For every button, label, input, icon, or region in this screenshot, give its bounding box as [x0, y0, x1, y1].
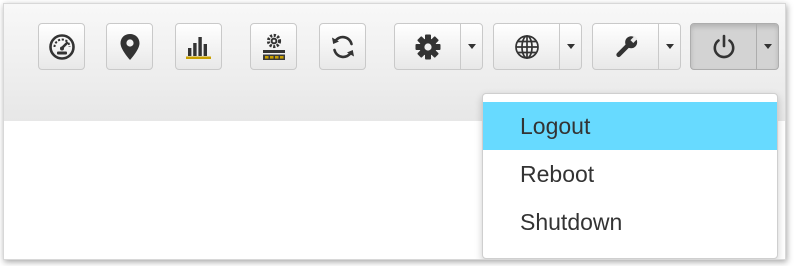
- wrench-icon: [612, 33, 640, 61]
- location-button[interactable]: [106, 23, 153, 70]
- statistics-button[interactable]: [175, 23, 222, 70]
- tools-caret[interactable]: [658, 24, 680, 69]
- tools-dropdown-button[interactable]: [592, 23, 681, 70]
- chevron-down-icon: [566, 44, 575, 49]
- bar-chart-icon: [185, 34, 213, 60]
- power-icon: [710, 33, 738, 61]
- network-settings-icon: [259, 32, 289, 62]
- refresh-button[interactable]: [319, 23, 366, 70]
- power-dropdown-button[interactable]: [690, 23, 779, 70]
- refresh-icon: [329, 33, 357, 61]
- map-marker-icon: [119, 33, 141, 61]
- chevron-down-icon: [763, 44, 772, 49]
- gear-icon: [414, 33, 442, 61]
- power-menu: Logout Reboot Shutdown: [482, 93, 778, 259]
- settings-caret[interactable]: [460, 24, 482, 69]
- chevron-down-icon: [467, 44, 476, 49]
- chevron-down-icon: [665, 44, 674, 49]
- power-button[interactable]: [691, 24, 756, 69]
- language-caret[interactable]: [559, 24, 581, 69]
- menu-item-shutdown[interactable]: Shutdown: [483, 198, 777, 246]
- dashboard-button[interactable]: [38, 23, 85, 70]
- power-caret[interactable]: [756, 24, 778, 69]
- settings-button[interactable]: [395, 24, 460, 69]
- menu-item-reboot[interactable]: Reboot: [483, 150, 777, 198]
- app-window: Logout Reboot Shutdown: [3, 3, 786, 260]
- tools-button[interactable]: [593, 24, 658, 69]
- dashboard-icon: [48, 33, 76, 61]
- language-dropdown-button[interactable]: [493, 23, 582, 70]
- language-button[interactable]: [494, 24, 559, 69]
- settings-dropdown-button[interactable]: [394, 23, 483, 70]
- menu-item-logout[interactable]: Logout: [483, 102, 777, 150]
- globe-icon: [513, 33, 541, 61]
- network-settings-button[interactable]: [250, 23, 297, 70]
